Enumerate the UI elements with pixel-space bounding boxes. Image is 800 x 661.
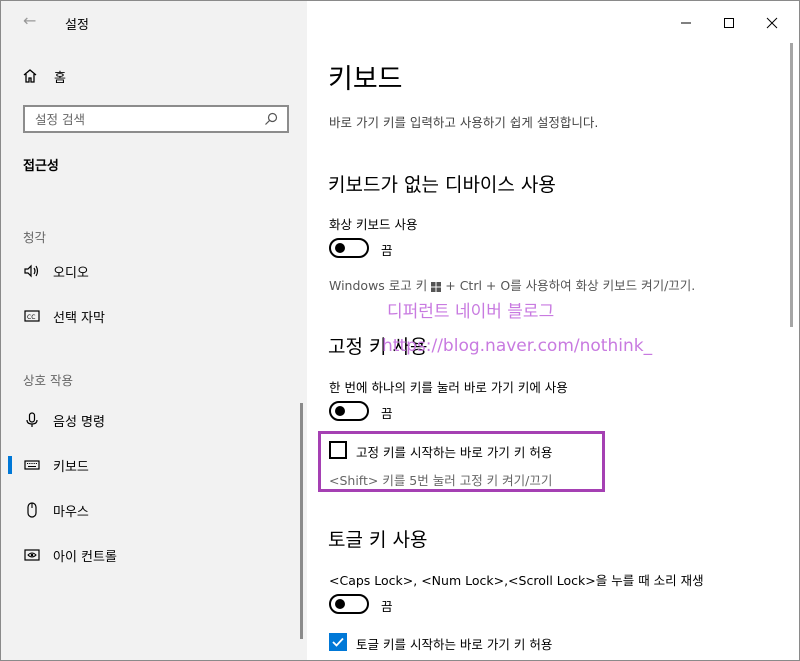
selected-marker [8, 456, 12, 474]
microphone-icon [23, 411, 41, 429]
home-icon [21, 67, 39, 85]
minimize-button[interactable] [671, 9, 701, 37]
maximize-icon [723, 14, 735, 33]
toggle-state-label: 끔 [381, 243, 393, 258]
checkmark-icon [332, 637, 344, 647]
sticky-keys-toggle[interactable] [329, 401, 369, 421]
close-button[interactable] [757, 9, 787, 37]
sidebar-item-audio[interactable]: 오디오 [1, 253, 299, 289]
sidebar-item-closed-captions[interactable]: CC 선택 자막 [1, 298, 299, 334]
search-icon[interactable] [263, 111, 279, 127]
section-heading-no-keyboard: 키보드가 없는 디바이스 사용 [328, 174, 556, 196]
sidebar-item-label: 음성 명령 [53, 414, 105, 430]
watermark-url: https://blog.naver.com/nothink_ [382, 336, 653, 356]
sidebar-item-label: 홈 [54, 70, 66, 86]
toggle-knob [335, 243, 345, 253]
section-heading-toggle-keys: 토글 키 사용 [328, 529, 428, 551]
sidebar-item-home[interactable]: 홈 [21, 65, 66, 87]
hint-text-before: Windows 로고 키 [329, 278, 428, 293]
toggle-keys-shortcut-label: 토글 키를 시작하는 바로 가기 키 허용 [356, 637, 553, 652]
toggle-state-label: 끔 [381, 599, 393, 614]
watermark-title: 디퍼런트 네이버 블로그 [387, 302, 555, 322]
maximize-button[interactable] [714, 9, 744, 37]
sticky-keys-label: 한 번에 하나의 키를 눌러 바로 가기 키에 사용 [329, 380, 568, 395]
sidebar-scrollbar[interactable] [300, 403, 303, 639]
on-screen-keyboard-label: 화상 키보드 사용 [329, 217, 418, 232]
keyboard-icon [23, 456, 41, 474]
sidebar: ← 설정 홈 접근성 청각 오디오 CC 선택 자막 [1, 1, 307, 660]
hint-text-after: + Ctrl + O를 사용하여 화상 키보드 켜기/끄기. [445, 278, 696, 293]
page-description: 바로 가기 키를 입력하고 사용하기 쉽게 설정합니다. [329, 115, 599, 130]
sidebar-item-speech[interactable]: 음성 명령 [1, 402, 299, 438]
section-title: 접근성 [23, 159, 59, 174]
highlight-annotation-box [318, 431, 605, 492]
toggle-knob [335, 599, 345, 609]
sidebar-item-label: 선택 자막 [53, 310, 105, 326]
sidebar-item-label: 오디오 [53, 265, 89, 281]
on-screen-keyboard-toggle[interactable] [329, 238, 369, 258]
group-label-interaction: 상호 작용 [23, 373, 73, 388]
sidebar-item-keyboard[interactable]: 키보드 [1, 447, 299, 483]
toggle-keys-label: <Caps Lock>, <Num Lock>,<Scroll Lock>을 누… [329, 573, 704, 588]
settings-window: ← 설정 홈 접근성 청각 오디오 CC 선택 자막 [0, 0, 800, 661]
search-input[interactable] [25, 110, 263, 128]
closed-caption-icon: CC [23, 307, 41, 325]
sidebar-item-label: 마우스 [53, 504, 89, 520]
windows-logo-icon [431, 280, 442, 292]
sidebar-item-eye-control[interactable]: 아이 컨트롤 [1, 537, 299, 573]
toggle-keys-shortcut-checkbox[interactable] [329, 633, 347, 651]
page-title: 키보드 [328, 64, 403, 95]
sidebar-item-mouse[interactable]: 마우스 [1, 492, 299, 528]
sidebar-item-label: 아이 컨트롤 [53, 549, 117, 565]
main-scrollbar[interactable] [790, 43, 793, 327]
sidebar-item-label: 키보드 [53, 459, 89, 475]
toggle-knob [335, 406, 345, 416]
search-box[interactable] [23, 105, 289, 133]
eye-control-icon [23, 546, 41, 564]
toggle-state-label: 끔 [381, 406, 393, 421]
back-button[interactable]: ← [23, 11, 36, 30]
mouse-icon [23, 501, 41, 519]
on-screen-keyboard-hint: Windows 로고 키 + Ctrl + O를 사용하여 화상 키보드 켜기/… [329, 275, 695, 294]
close-icon [766, 14, 778, 33]
group-label-hearing: 청각 [23, 230, 47, 245]
svg-text:CC: CC [27, 314, 35, 321]
app-title: 설정 [65, 18, 89, 33]
speaker-icon [23, 262, 41, 280]
minimize-icon [680, 14, 692, 33]
toggle-keys-toggle[interactable] [329, 594, 369, 614]
